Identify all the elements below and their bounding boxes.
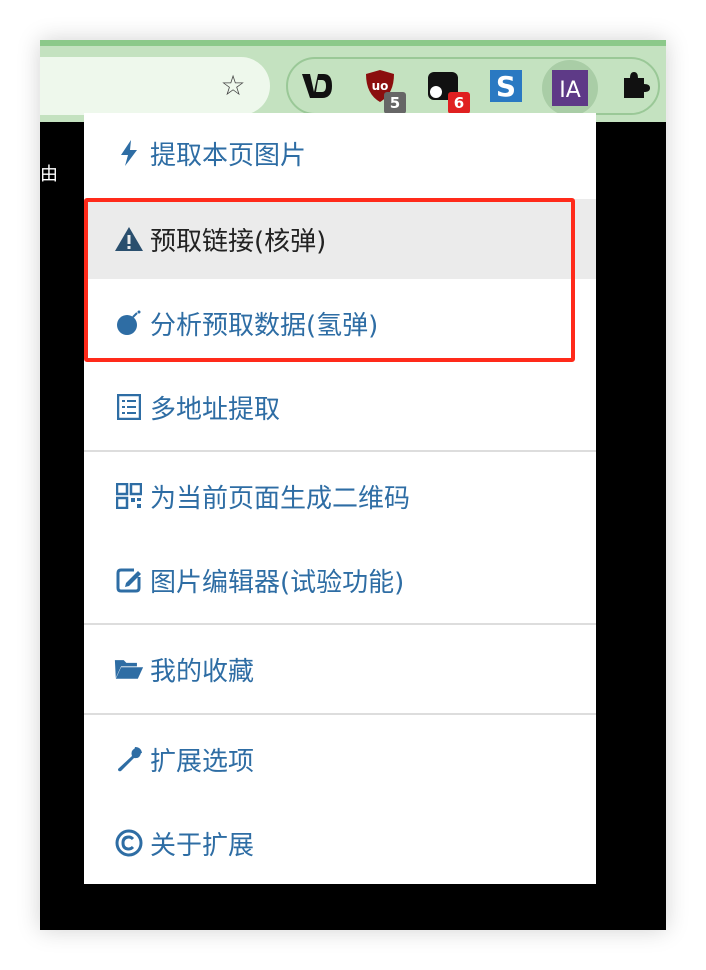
menu-item-label: 提取本页图片 bbox=[150, 140, 307, 171]
menu-item-image-editor[interactable]: 图片编辑器(试验功能) bbox=[84, 540, 596, 620]
ublock-icon[interactable]: uo 5 bbox=[362, 68, 406, 114]
menu-item-label: 多地址提取 bbox=[150, 394, 281, 425]
extensions-group bbox=[286, 57, 660, 115]
menu-divider bbox=[84, 450, 596, 452]
svg-text:uo: uo bbox=[372, 79, 389, 93]
extension-popup-menu: 提取本页图片 预取链接(核弹) 分析预取数据(氢弹) 多地址提取 为当前页面生成… bbox=[84, 113, 596, 884]
warning-icon bbox=[114, 224, 144, 254]
menu-item-prefetch-links[interactable]: 预取链接(核弹) bbox=[84, 199, 596, 279]
folder-open-icon bbox=[114, 654, 144, 684]
ia-extension-icon[interactable]: IA bbox=[552, 70, 588, 106]
page-text-fragment: 由 bbox=[40, 164, 58, 185]
browser-toolbar: ☆ uo 5 6 S IA bbox=[40, 40, 666, 122]
copyright-icon bbox=[114, 828, 144, 858]
extension-2-badge: 6 bbox=[448, 92, 470, 114]
svg-text:IA: IA bbox=[559, 78, 581, 103]
menu-item-analyze-prefetch-data[interactable]: 分析预取数据(氢弹) bbox=[84, 283, 596, 363]
star-icon[interactable]: ☆ bbox=[218, 71, 248, 101]
menu-divider bbox=[84, 713, 596, 715]
bomb-icon bbox=[114, 308, 144, 338]
menu-item-label: 图片编辑器(试验功能) bbox=[150, 567, 405, 598]
menu-item-my-favorites[interactable]: 我的收藏 bbox=[84, 629, 596, 709]
s-extension-icon[interactable]: S bbox=[488, 68, 524, 104]
list-icon bbox=[114, 392, 144, 422]
extension-2-icon[interactable]: 6 bbox=[426, 68, 470, 114]
wrench-icon bbox=[114, 744, 144, 774]
menu-item-label: 我的收藏 bbox=[150, 656, 255, 687]
svg-text:S: S bbox=[496, 70, 516, 103]
menu-item-extension-options[interactable]: 扩展选项 bbox=[84, 719, 596, 799]
menu-divider bbox=[84, 623, 596, 625]
bolt-icon bbox=[114, 138, 144, 168]
qrcode-icon bbox=[114, 481, 144, 511]
vd-extension-icon[interactable] bbox=[298, 68, 334, 104]
ia-extension-wrapper: IA bbox=[542, 60, 598, 116]
menu-item-label: 关于扩展 bbox=[150, 830, 255, 861]
ublock-badge: 5 bbox=[384, 92, 406, 114]
menu-item-label: 扩展选项 bbox=[150, 746, 255, 777]
menu-item-generate-qrcode[interactable]: 为当前页面生成二维码 bbox=[84, 456, 596, 536]
address-bar[interactable]: ☆ bbox=[40, 57, 270, 115]
menu-item-label: 为当前页面生成二维码 bbox=[150, 483, 411, 514]
menu-item-extract-page-images[interactable]: 提取本页图片 bbox=[84, 113, 596, 193]
menu-item-label: 分析预取数据(氢弹) bbox=[150, 310, 379, 341]
menu-item-label: 预取链接(核弹) bbox=[150, 226, 327, 257]
edit-icon bbox=[114, 565, 144, 595]
menu-item-multi-url-extract[interactable]: 多地址提取 bbox=[84, 367, 596, 447]
menu-item-about-extension[interactable]: 关于扩展 bbox=[84, 803, 596, 883]
puzzle-icon[interactable] bbox=[618, 68, 654, 104]
